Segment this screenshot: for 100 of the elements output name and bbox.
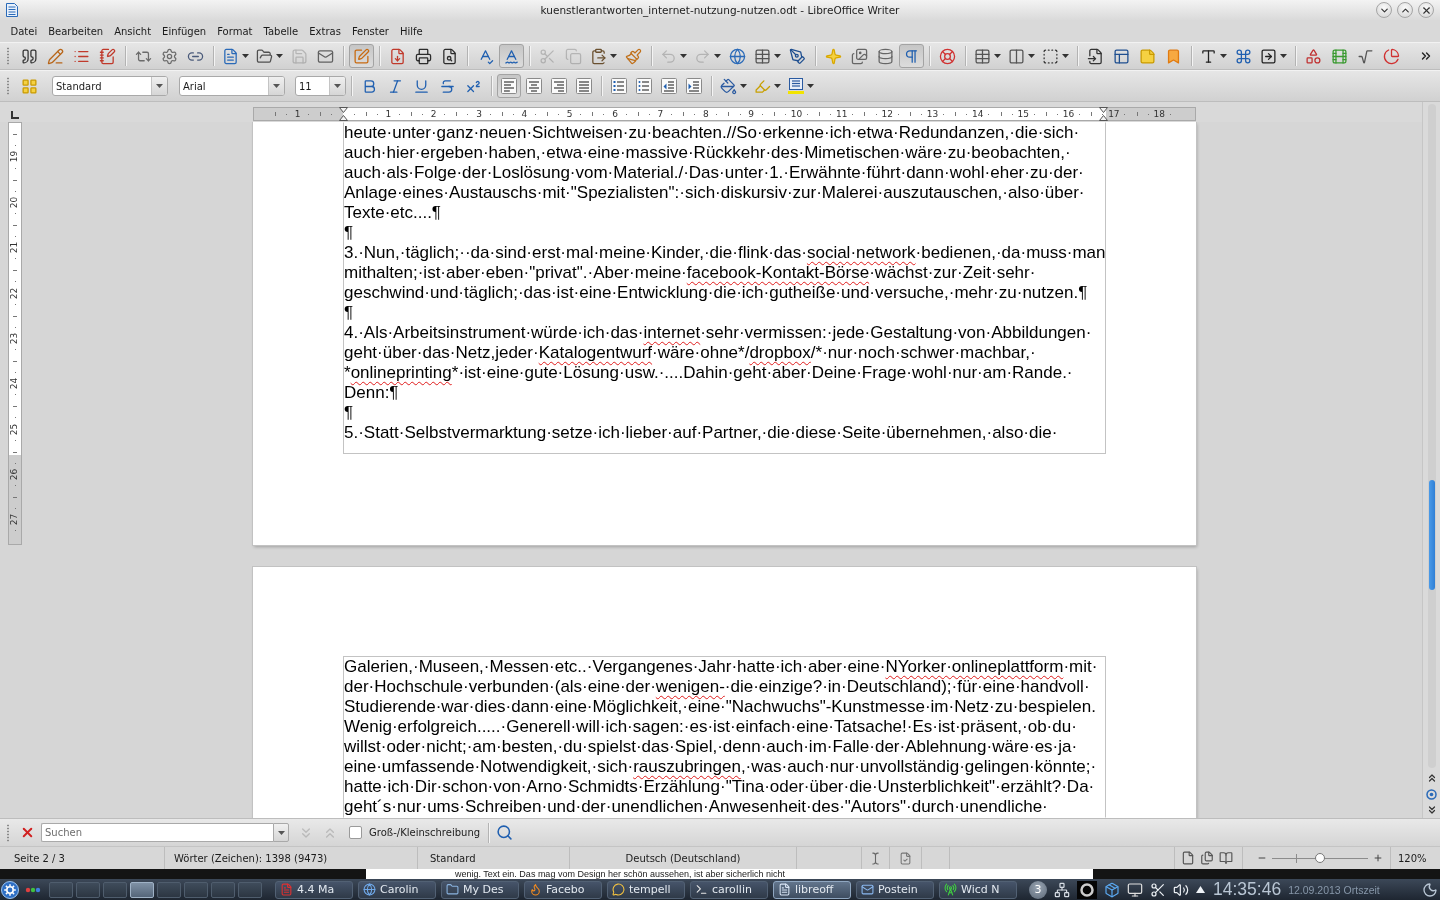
taskbar-button[interactable]: 4.4 Ma (275, 880, 353, 899)
caret-icon (156, 84, 163, 88)
ruler-number: 5 (566, 109, 573, 119)
menu-item[interactable]: Tabelle (257, 21, 304, 41)
search-history-button[interactable] (273, 823, 289, 842)
caret-icon (276, 54, 283, 58)
paragraph: ¶ (344, 303, 354, 323)
menu-item[interactable]: Fenster (346, 21, 395, 41)
menu-item[interactable]: Bearbeiten (42, 21, 109, 41)
page-style: Standard (430, 852, 476, 864)
caret-icon (740, 84, 747, 88)
maximize-button[interactable] (1397, 2, 1413, 18)
taskbar-button[interactable]: Postein (856, 880, 934, 899)
search-icon (495, 824, 513, 841)
ruler-number: 18 (1153, 109, 1165, 119)
caret-icon (994, 54, 1001, 58)
undo-icon (660, 47, 677, 65)
taskbar-button[interactable]: Facebo (524, 880, 602, 899)
close-button[interactable] (1418, 2, 1434, 18)
font-size-field[interactable]: 11 (295, 76, 346, 96)
ruler-number: 8 (702, 109, 709, 119)
paragraph: heute·unter·ganz·neuen·Sichtweisen·zu·beachten.//So·erkenne·ich·etwa·Redundanzen,·die·sich· auch·hier·ergeben·haben,·etwa·eine·massive·Rückkehr·des·Mimetischen·wäre·zu·beobachten,· auch·als·Folge·der·Loslösung·vom·Material./·Das·unter·1.·Erwähnte·führt·dann·wohl·eher·zu·der· Anlage·eines·Austauschs·mit·"Spezialisten":·sich·diskursiv·zur·Malerei·auszutauschen,·also·über· Texte·etc....¶ (344, 123, 1085, 223)
taskbar-button[interactable]: tempell (607, 880, 685, 899)
globe-icon (363, 883, 376, 896)
sticky-note-icon (1139, 47, 1156, 65)
menu-item[interactable]: Format (211, 21, 258, 41)
ruler-number: 1 (385, 109, 392, 119)
caret-icon (277, 830, 285, 835)
virtual-desktop[interactable] (130, 881, 154, 898)
caret-icon (1220, 54, 1227, 58)
ruler-number: 25 (10, 423, 20, 435)
clock: 14:35:46 (1213, 880, 1282, 899)
match-case-checkbox[interactable] (349, 826, 362, 839)
images-icon (851, 47, 868, 65)
bookmark-icon (1165, 47, 1182, 65)
navigation-button[interactable] (1423, 786, 1440, 802)
package-icon[interactable] (1104, 881, 1120, 898)
redo-icon (694, 47, 711, 65)
numbered-list-icon (611, 78, 627, 94)
taskbar-button[interactable]: My Des (441, 880, 519, 899)
menu-item[interactable]: Einfügen (156, 21, 212, 41)
search-field[interactable]: Suchen (41, 823, 273, 842)
ruler-number: 9 (748, 109, 754, 119)
minimize-button[interactable] (1376, 2, 1392, 18)
toolbar-handle[interactable] (6, 823, 10, 842)
toolbar-handle[interactable] (6, 47, 10, 65)
text-cursor-icon[interactable] (869, 851, 882, 865)
document-check-icon[interactable] (899, 851, 912, 865)
italic-icon (387, 77, 404, 95)
ruler-number: 22 (10, 287, 20, 299)
moon-icon[interactable] (1422, 881, 1438, 898)
single-page-icon[interactable] (1181, 851, 1195, 865)
speaker-icon[interactable] (1173, 881, 1189, 898)
paintbrush-icon (625, 47, 642, 65)
dashed-square-icon (1042, 47, 1059, 65)
ruler-number: 26 (10, 468, 20, 481)
menu-item[interactable]: Ansicht (108, 21, 157, 41)
taskbar-button[interactable]: Wicd N (939, 880, 1017, 899)
menu-item[interactable]: Datei (5, 21, 43, 41)
ruler-number: 21 (10, 241, 20, 254)
disc-icon[interactable] (1077, 880, 1097, 899)
launcher-icon[interactable] (1, 880, 19, 899)
indent-marker-icon[interactable] (338, 107, 348, 121)
command-icon (1235, 47, 1252, 65)
edit-icon (353, 47, 370, 65)
zoom-slider-thumb[interactable] (1315, 853, 1325, 863)
scissors-icon (539, 47, 556, 65)
taskbar-button[interactable]: libreoff (773, 880, 851, 899)
paragraph-style-field[interactable]: Standard (52, 76, 168, 96)
ruler-number: 6 (612, 109, 618, 119)
menu-item[interactable]: Extras (303, 21, 347, 41)
envelope-icon (861, 883, 874, 896)
caret-icon (242, 54, 249, 58)
menu-item[interactable]: Hilfe (394, 21, 429, 41)
ruler-number: 16 (1062, 109, 1075, 119)
scrollbar-thumb[interactable] (1428, 480, 1435, 590)
multi-page-icon[interactable] (1200, 851, 1214, 865)
taskbar-button[interactable]: carollin (690, 880, 768, 899)
triangle-icon[interactable] (1196, 886, 1205, 893)
zoom-in-icon[interactable] (1373, 853, 1383, 863)
taskbar-button[interactable]: Carolin (358, 880, 436, 899)
network-icon[interactable] (1054, 881, 1070, 898)
file-input-icon (1087, 47, 1104, 65)
ruler-number: 13 (926, 109, 939, 119)
three-dots-icon[interactable] (25, 886, 41, 893)
indent-marker-icon[interactable] (1099, 107, 1108, 121)
table-icon (754, 47, 771, 65)
book-view-icon[interactable] (1219, 851, 1233, 865)
ruler-number: 1 (294, 109, 301, 119)
caret-icon (807, 84, 814, 88)
film-icon (1331, 47, 1348, 65)
toolbar-handle[interactable] (6, 77, 10, 95)
columns-icon (1008, 47, 1025, 65)
scissors-icon[interactable] (1150, 881, 1166, 898)
font-name-field[interactable]: Arial (179, 76, 285, 96)
monitor-icon[interactable] (1127, 881, 1143, 898)
caret-icon (1028, 54, 1035, 58)
date: 12.09.2013 Ortszeit (1288, 883, 1380, 896)
paragraph: ¶ (344, 403, 354, 423)
scrollbar-track[interactable] (1427, 104, 1436, 768)
